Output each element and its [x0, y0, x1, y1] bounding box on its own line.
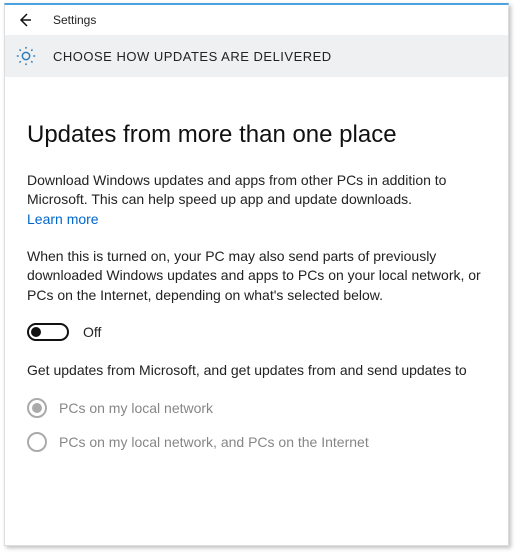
description-1: Download Windows updates and apps from o… — [27, 171, 486, 229]
description-1-text: Download Windows updates and apps from o… — [27, 172, 446, 207]
radio-label: PCs on my local network, and PCs on the … — [59, 434, 369, 450]
radio-icon — [27, 398, 47, 418]
section-title: CHOOSE HOW UPDATES ARE DELIVERED — [53, 49, 332, 64]
feature-toggle[interactable] — [27, 323, 69, 341]
content-area: Updates from more than one place Downloa… — [5, 77, 508, 486]
radio-option-internet[interactable]: PCs on my local network, and PCs on the … — [27, 432, 486, 452]
radio-icon — [27, 432, 47, 452]
learn-more-link[interactable]: Learn more — [27, 211, 99, 227]
settings-window: Settings CHOOSE HOW UPDATES ARE DELIVERE… — [4, 3, 509, 546]
back-button[interactable] — [15, 10, 35, 30]
toggle-knob — [31, 327, 41, 337]
page-heading: Updates from more than one place — [27, 121, 486, 149]
titlebar: Settings — [5, 5, 508, 35]
window-title: Settings — [53, 13, 96, 27]
radio-label: PCs on my local network — [59, 400, 213, 416]
description-2: When this is turned on, your PC may also… — [27, 247, 486, 305]
toggle-state-label: Off — [83, 324, 101, 340]
back-arrow-icon — [17, 12, 33, 28]
description-3: Get updates from Microsoft, and get upda… — [27, 361, 486, 380]
toggle-row: Off — [27, 323, 486, 341]
section-header: CHOOSE HOW UPDATES ARE DELIVERED — [5, 35, 508, 77]
gear-icon — [15, 45, 37, 67]
radio-option-local[interactable]: PCs on my local network — [27, 398, 486, 418]
